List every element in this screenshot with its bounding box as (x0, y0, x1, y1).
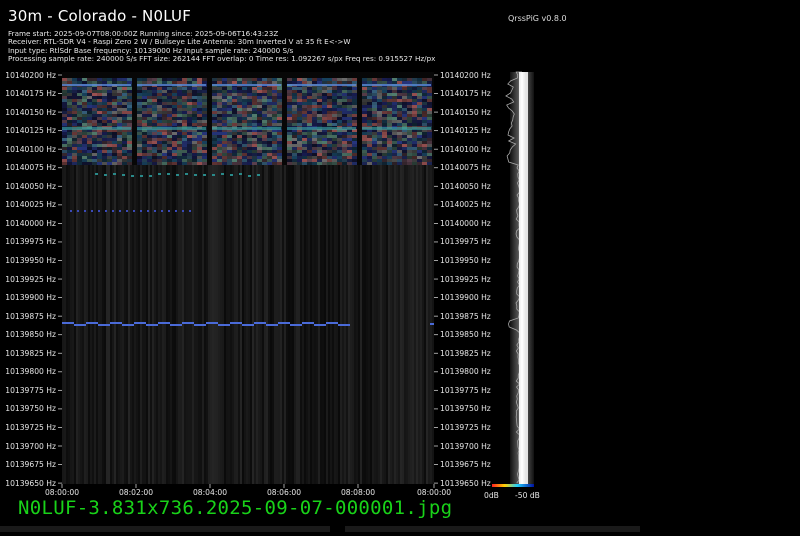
freq-label-right: 10139900 Hz (440, 293, 491, 303)
time-label: 08:00:00 (44, 488, 80, 497)
freq-label-right: 10139925 Hz (440, 274, 491, 284)
freq-label-right: 10139750 Hz (440, 404, 491, 414)
freq-label-right: 10139700 Hz (440, 441, 491, 451)
freq-label-left: 10139750 Hz (5, 404, 56, 414)
freq-label-right: 10139675 Hz (440, 460, 491, 470)
freq-label-right: 10140025 Hz (440, 200, 491, 210)
freq-label-right: 10140100 Hz (440, 144, 491, 154)
freq-label-left: 10139900 Hz (5, 293, 56, 303)
db-label-min: -50 dB (515, 491, 540, 500)
freq-label-right: 10139850 Hz (440, 330, 491, 340)
time-label: 08:00:00 (416, 488, 452, 497)
freq-label-right: 10139800 Hz (440, 367, 491, 377)
filename-label: N0LUF-3.831x736.2025-09-07-000001.jpg (18, 497, 453, 519)
freq-label-left: 10139675 Hz (5, 460, 56, 470)
time-label: 08:08:00 (340, 488, 376, 497)
freq-label-left: 10140150 Hz (5, 107, 56, 117)
freq-label-right: 10140150 Hz (440, 107, 491, 117)
status-bar (0, 517, 800, 532)
freq-label-right: 10139650 Hz (440, 478, 491, 488)
freq-label-left: 10139700 Hz (5, 441, 56, 451)
freq-label-left: 10140175 Hz (5, 89, 56, 99)
freq-label-left: 10140025 Hz (5, 200, 56, 210)
freq-label-left: 10139925 Hz (5, 274, 56, 284)
freq-label-right: 10139725 Hz (440, 422, 491, 432)
freq-label-left: 10139775 Hz (5, 385, 56, 395)
freq-label-right: 10139975 Hz (440, 237, 491, 247)
time-label: 08:04:00 (192, 488, 228, 497)
freq-label-left: 10139650 Hz (5, 478, 56, 488)
freq-label-right: 10139950 Hz (440, 256, 491, 265)
freq-label-right: 10139875 Hz (440, 311, 491, 321)
freq-label-right: 10140125 Hz (440, 126, 491, 136)
freq-label-right: 10140000 Hz (440, 218, 491, 228)
freq-label-right: 10140200 Hz (440, 70, 491, 80)
freq-label-left: 10139875 Hz (5, 311, 56, 321)
time-label: 08:06:00 (266, 488, 302, 497)
freq-label-left: 10140000 Hz (5, 218, 56, 228)
freq-label-right: 10140050 Hz (440, 181, 491, 191)
freq-label-left: 10140050 Hz (5, 181, 56, 191)
freq-label-left: 10139825 Hz (5, 348, 56, 358)
freq-label-left: 10139800 Hz (5, 367, 56, 377)
freq-label-right: 10140075 Hz (440, 163, 491, 173)
freq-label-left: 10139725 Hz (5, 422, 56, 432)
freq-label-left: 10139975 Hz (5, 237, 56, 247)
freq-label-right: 10139775 Hz (440, 385, 491, 395)
freq-label-right: 10139825 Hz (440, 348, 491, 358)
freq-label-left: 10139850 Hz (5, 330, 56, 340)
time-label: 08:02:00 (118, 488, 154, 497)
freq-label-left: 10140200 Hz (5, 70, 56, 80)
freq-label-left: 10139950 Hz (5, 256, 56, 265)
waterfall-display (58, 71, 534, 488)
freq-label-right: 10140175 Hz (440, 89, 491, 99)
freq-label-left: 10140100 Hz (5, 144, 56, 154)
freq-label-left: 10140075 Hz (5, 163, 56, 173)
freq-label-left: 10140125 Hz (5, 126, 56, 136)
db-scale-bar (492, 484, 534, 487)
db-label-max: 0dB (484, 491, 499, 500)
